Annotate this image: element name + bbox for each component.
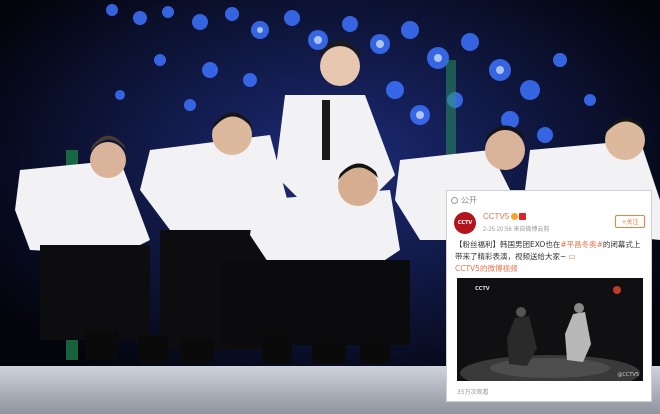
vip-badge-icon [519,213,527,221]
visibility-row: 公开 [451,194,477,206]
account-name-row[interactable]: CCTV5 [483,212,527,221]
play-link-icon: ▭ [566,252,576,261]
post-meta: 2-25 20:56 来自微博云剪 [483,224,549,233]
weibo-post-card: 公开 CCTV CCTV5 2-25 20:56 来自微博云剪 +关注 【粉丝福… [446,190,652,402]
video-watermark: @CCTV5 [617,372,639,378]
video-link[interactable]: CCTV5的微博视频 [455,264,517,273]
video-logo: CCTV [475,286,490,292]
post-prefix: 【粉丝福利】韩国男团EXO也在 [455,240,561,249]
follow-button[interactable]: +关注 [615,215,645,228]
hashtag-link[interactable]: #平昌冬奥# [560,240,603,249]
post-text: 【粉丝福利】韩国男团EXO也在#平昌冬奥#的闭幕式上带来了精彩表演，视频送给大家… [455,239,647,275]
avatar-text: CCTV [457,220,473,226]
verified-badge-icon [511,213,519,221]
video-thumbnail[interactable]: CCTV @CCTV5 [457,278,643,381]
globe-icon [451,196,458,204]
avatar[interactable]: CCTV [454,212,476,234]
account-name[interactable]: CCTV5 [483,212,509,221]
post-source: 来自微博云剪 [513,227,550,233]
visibility-label: 公开 [461,195,477,205]
post-timestamp: 2-25 20:56 [483,227,512,233]
view-count: 35万次观看 [457,389,489,396]
video-frame [457,278,643,381]
